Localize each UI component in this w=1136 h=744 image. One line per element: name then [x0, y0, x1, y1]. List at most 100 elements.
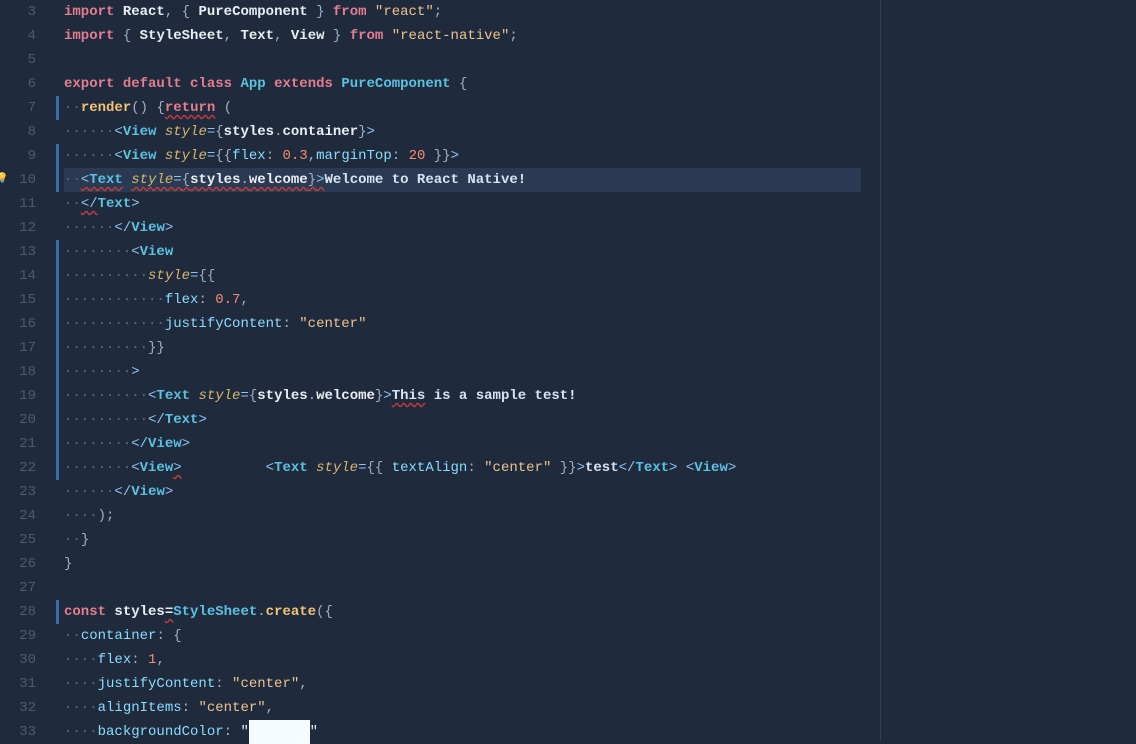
- token-punc: ;: [509, 28, 517, 44]
- code-line[interactable]: ········<View> <Text style={{ textAlign:…: [64, 456, 861, 480]
- code-line[interactable]: [64, 576, 861, 600]
- line-number[interactable]: 24: [0, 504, 36, 528]
- code-line[interactable]: ············flex: 0.7,: [64, 288, 861, 312]
- line-number[interactable]: 26: [0, 552, 36, 576]
- token-jsxbr: =: [207, 124, 215, 140]
- token-id: View: [291, 28, 325, 44]
- lightbulb-icon[interactable]: 💡: [0, 168, 8, 192]
- token-num: 0.3: [283, 148, 308, 164]
- whitespace-dots: ······: [64, 148, 114, 164]
- code-line[interactable]: ··<Text style={styles.welcome}>Welcome t…: [64, 168, 861, 192]
- line-number[interactable]: 19: [0, 384, 36, 408]
- token-jsxbr: </: [114, 484, 131, 500]
- code-line[interactable]: ··</Text>: [64, 192, 861, 216]
- code-line[interactable]: ··········</Text>: [64, 408, 861, 432]
- whitespace-dots: ····: [64, 652, 98, 668]
- line-number[interactable]: 5: [0, 48, 36, 72]
- token-punc: ,: [308, 148, 316, 164]
- line-number[interactable]: 33: [0, 720, 36, 744]
- token-colorchip: #F5FCFF: [249, 720, 310, 744]
- code-line[interactable]: ··········style={{: [64, 264, 861, 288]
- code-line[interactable]: ··container: {: [64, 624, 861, 648]
- token-quote: ": [310, 724, 318, 740]
- code-line[interactable]: ········<View: [64, 240, 861, 264]
- token-cls: App: [240, 76, 265, 92]
- line-number[interactable]: 29: [0, 624, 36, 648]
- line-number[interactable]: 21: [0, 432, 36, 456]
- token-punc: {{: [198, 268, 215, 284]
- token-prop: marginTop: [316, 148, 392, 164]
- whitespace-dots: ··: [64, 100, 81, 116]
- code-line[interactable]: ············justifyContent: "center": [64, 312, 861, 336]
- code-line[interactable]: ······<View style={{flex: 0.3,marginTop:…: [64, 144, 861, 168]
- token-str: "center": [484, 460, 551, 476]
- line-number[interactable]: 6: [0, 72, 36, 96]
- line-number[interactable]: 18: [0, 360, 36, 384]
- token-kw: class: [190, 76, 232, 92]
- token-jsxbr: =: [207, 148, 215, 164]
- code-line[interactable]: ······</View>: [64, 216, 861, 240]
- token-txt: test: [585, 460, 619, 476]
- token-tag: View: [148, 436, 182, 452]
- token-id: welcome: [316, 388, 375, 404]
- line-number[interactable]: 23: [0, 480, 36, 504]
- token-str: "react": [375, 4, 434, 20]
- token-punc: ,: [240, 292, 248, 308]
- line-number[interactable]: 17: [0, 336, 36, 360]
- line-number[interactable]: 30: [0, 648, 36, 672]
- token-attr: style: [198, 388, 240, 404]
- change-marker: [56, 360, 59, 384]
- code-editor[interactable]: import React, { PureComponent } from "re…: [50, 0, 861, 740]
- line-number[interactable]: 12: [0, 216, 36, 240]
- code-line[interactable]: const styles=StyleSheet.create({: [64, 600, 861, 624]
- code-line[interactable]: [64, 48, 861, 72]
- line-number[interactable]: 25: [0, 528, 36, 552]
- code-line[interactable]: ····);: [64, 504, 861, 528]
- code-line[interactable]: ······<View style={styles.container}>: [64, 120, 861, 144]
- code-line[interactable]: ····alignItems: "center",: [64, 696, 861, 720]
- code-line[interactable]: ········</View>: [64, 432, 861, 456]
- token-id: styles: [257, 388, 307, 404]
- code-line[interactable]: }: [64, 552, 861, 576]
- line-number[interactable]: 15: [0, 288, 36, 312]
- token-punc: (): [131, 100, 148, 116]
- line-number[interactable]: 9: [0, 144, 36, 168]
- line-number[interactable]: 22: [0, 456, 36, 480]
- line-number[interactable]: 27: [0, 576, 36, 600]
- code-line[interactable]: ········>: [64, 360, 861, 384]
- code-line[interactable]: ····justifyContent: "center",: [64, 672, 861, 696]
- code-line[interactable]: export default class App extends PureCom…: [64, 72, 861, 96]
- token-jsxbr: </: [148, 412, 165, 428]
- code-line[interactable]: ····backgroundColor: "#F5FCFF": [64, 720, 861, 744]
- code-line[interactable]: ······</View>: [64, 480, 861, 504]
- line-number[interactable]: 16: [0, 312, 36, 336]
- change-marker: [56, 600, 59, 624]
- line-number[interactable]: 10💡: [0, 168, 36, 192]
- token-punc: :: [182, 700, 190, 716]
- code-line[interactable]: ··········<Text style={styles.welcome}>T…: [64, 384, 861, 408]
- code-line[interactable]: ··········}}: [64, 336, 861, 360]
- code-line[interactable]: import React, { PureComponent } from "re…: [64, 0, 861, 24]
- code-line[interactable]: import { StyleSheet, Text, View } from "…: [64, 24, 861, 48]
- code-line[interactable]: ····flex: 1,: [64, 648, 861, 672]
- line-number[interactable]: 28: [0, 600, 36, 624]
- line-number[interactable]: 20: [0, 408, 36, 432]
- token-punc: ,: [266, 700, 274, 716]
- line-number[interactable]: 11: [0, 192, 36, 216]
- code-line[interactable]: ··}: [64, 528, 861, 552]
- token-punc: {: [156, 100, 164, 116]
- token-punc: {: [215, 124, 223, 140]
- line-number[interactable]: 31: [0, 672, 36, 696]
- line-number[interactable]: 8: [0, 120, 36, 144]
- line-number[interactable]: 3: [0, 0, 36, 24]
- token-tag: View: [131, 220, 165, 236]
- line-number[interactable]: 32: [0, 696, 36, 720]
- line-number[interactable]: 7: [0, 96, 36, 120]
- token-punc: .: [257, 604, 265, 620]
- line-number[interactable]: 13: [0, 240, 36, 264]
- code-line[interactable]: ··render() {return (: [64, 96, 861, 120]
- line-number[interactable]: 4: [0, 24, 36, 48]
- line-number[interactable]: 14: [0, 264, 36, 288]
- token-jsxbr: >: [451, 148, 459, 164]
- right-empty-pane: [861, 0, 1136, 740]
